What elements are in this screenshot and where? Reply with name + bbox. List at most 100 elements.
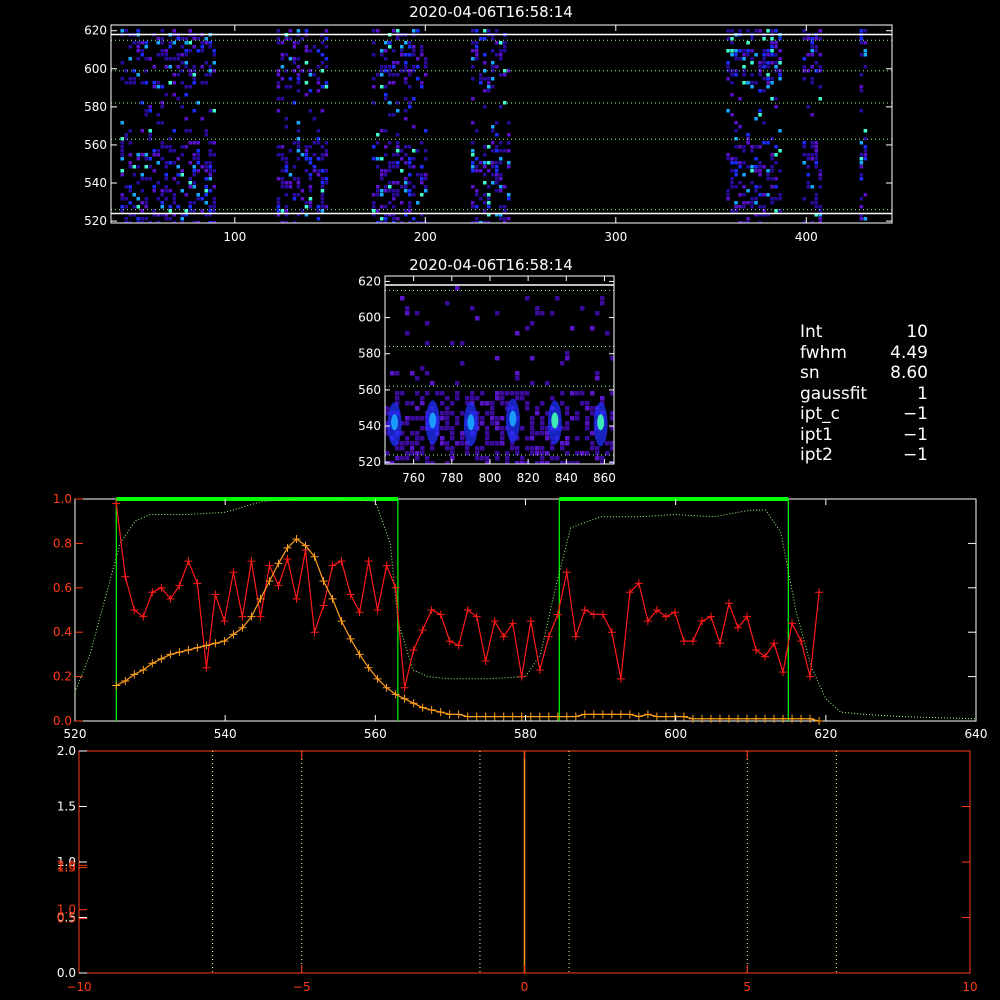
data-point-marker [580, 606, 589, 614]
heatmap-cell [408, 201, 412, 205]
heatmap-cell [176, 181, 180, 185]
heatmap-cell [372, 145, 376, 149]
heatmap-cell [491, 149, 495, 153]
heatmap-cell [750, 197, 754, 201]
data-point-marker [292, 594, 301, 603]
heatmap-cell [392, 205, 396, 209]
heatmap-cell [520, 461, 525, 464]
heatmap-cell [136, 49, 140, 53]
heatmap-cell [770, 153, 774, 157]
y-tick-label: 0.2 [53, 670, 72, 684]
data-point-marker [526, 712, 535, 721]
heatmap-cell [515, 391, 520, 396]
heatmap-cell [308, 89, 313, 93]
heatmap-cell [479, 161, 483, 165]
heatmap-cell [192, 77, 196, 81]
heatmap-cell [120, 173, 124, 177]
heatmap-cell [605, 331, 610, 336]
heatmap-cell [212, 205, 216, 209]
heatmap-cell [814, 165, 818, 169]
heatmap-cell [410, 416, 415, 421]
heatmap-cell [132, 193, 136, 197]
heatmap-cell [495, 145, 499, 149]
heatmap-cell [471, 97, 475, 101]
param-label: gaussfit [800, 383, 868, 404]
heatmap-cell [304, 205, 309, 209]
heatmap-cell [750, 61, 754, 65]
heatmap-cell [766, 65, 770, 69]
heatmap-cell [525, 406, 530, 411]
data-point-marker [229, 568, 238, 577]
heatmap-cell [750, 57, 754, 61]
heatmap-cell [540, 416, 545, 421]
heatmap-cell [742, 201, 746, 205]
heatmap-cell [200, 197, 204, 201]
heatmap-cell [136, 41, 140, 45]
heatmap-cell [400, 441, 405, 446]
heatmap-cell [192, 169, 196, 173]
heatmap-cell [487, 193, 491, 197]
heatmap-cell [487, 169, 491, 173]
heatmap-cell [168, 81, 172, 85]
heatmap-cell [738, 161, 742, 165]
heatmap-cell [770, 165, 774, 169]
data-point-marker [544, 632, 553, 641]
x-tick-label: 10 [962, 980, 977, 994]
data-point-marker [598, 610, 607, 619]
heatmap-cell [308, 197, 313, 201]
heatmap-cell [515, 396, 520, 401]
heatmap-cell [762, 65, 766, 69]
heatmap-cell [863, 153, 868, 157]
heatmap-cell [859, 89, 864, 93]
heatmap-cell [859, 165, 864, 169]
heatmap-cell [316, 89, 321, 93]
heatmap-cell [754, 197, 758, 201]
heatmap-cell [180, 81, 184, 85]
heatmap-cell [324, 45, 329, 49]
heatmap-cell [380, 217, 384, 221]
heatmap-cell [408, 101, 412, 105]
heatmap-cell [316, 217, 321, 221]
heatmap-cell [802, 197, 806, 201]
heatmap-cell [770, 201, 774, 205]
heatmap-cell [590, 391, 595, 396]
heatmap-cell [774, 41, 778, 45]
heatmap-cell [505, 456, 510, 461]
heatmap-cell [770, 185, 774, 189]
heatmap-cell [738, 181, 742, 185]
heatmap-cell [140, 217, 144, 221]
heatmap-cell [550, 456, 555, 461]
data-point-marker [472, 712, 481, 721]
heatmap-cell [491, 161, 495, 165]
heatmap-cell [204, 193, 208, 197]
heatmap-cell [132, 41, 136, 45]
heatmap-cell [859, 37, 864, 41]
heatmap-cell [818, 53, 822, 57]
heatmap-cell [196, 49, 200, 53]
heatmap-cell [416, 57, 420, 61]
heatmap-cell [212, 169, 216, 173]
heatmap-cell [726, 61, 730, 65]
heatmap-cell [499, 105, 503, 109]
heatmap-cell [144, 157, 148, 161]
heatmap-cell [475, 157, 479, 161]
heatmap-cell [396, 181, 400, 185]
heatmap-cell [196, 197, 200, 201]
data-point-marker [670, 608, 679, 617]
heatmap-cell [212, 61, 216, 65]
heatmap-cell [445, 426, 450, 431]
heatmap-cell [168, 149, 172, 153]
heatmap-cell [172, 201, 176, 205]
heatmap-cell [204, 81, 208, 85]
heatmap-cell [503, 217, 507, 221]
heatmap-cell [440, 416, 445, 421]
heatmap-cell [284, 157, 289, 161]
heatmap-cell [530, 321, 535, 326]
heatmap-cell [172, 161, 176, 165]
heatmap-cell [595, 456, 600, 461]
heatmap-cell [483, 145, 487, 149]
heatmap-cell [545, 461, 550, 464]
heatmap-cell [471, 65, 475, 69]
heatmap-cell [770, 137, 774, 141]
heatmap-cell [734, 157, 738, 161]
